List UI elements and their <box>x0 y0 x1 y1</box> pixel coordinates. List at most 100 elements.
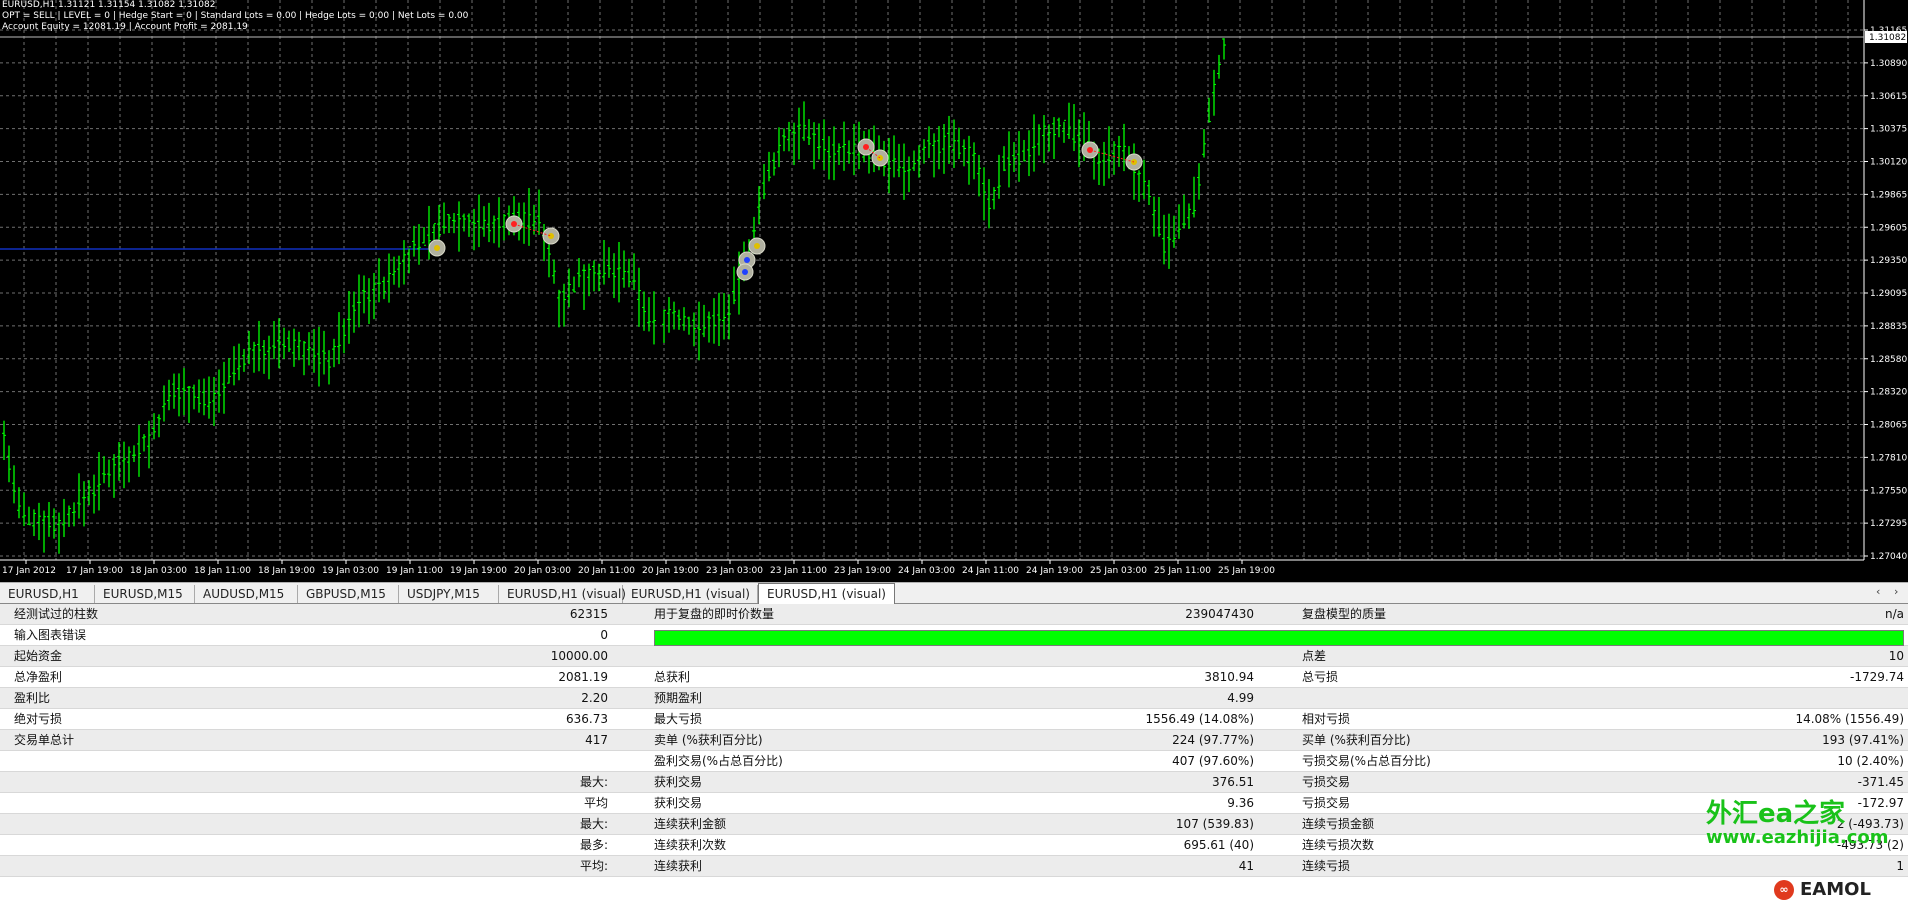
col1-value: 417 <box>585 733 608 747</box>
report-row: 绝对亏损 636.73 最大亏损 1556.49 (14.08%) 相对亏损 14.08%… <box>0 709 1908 730</box>
col3-label: 买单 (%获利百分比) <box>1302 733 1411 747</box>
col1-label <box>14 793 314 813</box>
chart-tabs-bar: EURUSD,H1 EURUSD,M15 AUDUSD,M15 GBPUSD,M… <box>0 582 1908 604</box>
tabs-scroll-right-icon[interactable]: › <box>1894 585 1898 598</box>
report-row: 平均 获利交易 9.36 亏损交易 -172.97 <box>0 793 1908 814</box>
tab-gbpusd-m15[interactable]: GBPUSD,M15 <box>298 585 399 603</box>
col2-value: 407 (97.60%) <box>1172 754 1254 768</box>
account-info: Account Equity = 12081.19 | Account Prof… <box>2 22 248 32</box>
price-label: 1.29350 <box>1870 256 1907 266</box>
chart-canvas[interactable]: 1.311651.308901.306151.303751.301201.298… <box>0 0 1908 582</box>
col1-label: 输入图表错误 <box>14 628 87 642</box>
time-label: 25 Jan 19:00 <box>1218 566 1275 576</box>
col3-value <box>1560 688 1904 708</box>
price-chart[interactable]: 1.311651.308901.306151.303751.301201.298… <box>0 0 1908 582</box>
col3-value: 14.08% (1556.49) <box>1795 712 1904 726</box>
col1-value: 10000.00 <box>550 649 608 663</box>
report-row: 最大: 连续获利金额 107 (539.83) 连续亏损金额 2 (-493.73) <box>0 814 1908 835</box>
trade-marker-dot <box>744 257 750 263</box>
col2-value: 224 (97.77%) <box>1172 733 1254 747</box>
col3-label: 复盘模型的质量 <box>1302 607 1387 621</box>
price-label: 1.29095 <box>1870 289 1907 299</box>
price-label: 1.27040 <box>1870 552 1907 562</box>
col1-value: 平均: <box>579 859 608 873</box>
price-label: 1.27810 <box>1870 453 1907 463</box>
tabs-scroll-left-icon[interactable]: ‹ <box>1876 585 1880 598</box>
col3-value: 10 <box>1888 649 1904 663</box>
tab-audusd-m15[interactable]: AUDUSD,M15 <box>195 585 298 603</box>
report-row: 经测试过的柱数 62315 用于复盘的即时价数量 239047430 复盘模型的质量 n/… <box>0 604 1908 625</box>
trade-marker-dot <box>742 269 748 275</box>
price-label: 1.30890 <box>1870 59 1907 69</box>
price-label: 1.29865 <box>1870 190 1907 200</box>
col3-value: -1729.74 <box>1850 670 1904 684</box>
time-label: 25 Jan 03:00 <box>1090 566 1147 576</box>
col1-value: 62315 <box>569 607 608 621</box>
col3-label: 点差 <box>1302 649 1327 663</box>
time-label: 18 Jan 03:00 <box>130 566 187 576</box>
col1-label: 盈利比 <box>14 691 51 705</box>
watermark-title: 外汇ea之家 <box>1706 799 1846 829</box>
time-label: 24 Jan 03:00 <box>898 566 955 576</box>
col3-label: 相对亏损 <box>1302 712 1351 726</box>
price-label: 1.28835 <box>1870 322 1907 332</box>
trade-marker-dot <box>434 245 440 251</box>
price-label: 1.28065 <box>1870 421 1907 431</box>
time-label: 20 Jan 03:00 <box>514 566 571 576</box>
watermark-logo: EAMOL <box>1800 879 1871 900</box>
col3-label: 亏损交易 <box>1302 796 1351 810</box>
time-label: 23 Jan 03:00 <box>706 566 763 576</box>
report-row: 平均: 连续获利 41 连续亏损 1 <box>0 856 1908 877</box>
col3-value: n/a <box>1884 607 1904 621</box>
col1-value: 最大: <box>579 817 608 831</box>
tab-usdjpy-m15[interactable]: USDJPY,M15 <box>399 585 499 603</box>
col3-label: 连续亏损次数 <box>1302 838 1375 852</box>
time-label: 18 Jan 11:00 <box>194 566 251 576</box>
watermark-url: www.eazhijia.com <box>1706 827 1889 848</box>
col1-label <box>14 835 314 855</box>
tab-eurusd-h1[interactable]: EURUSD,H1 <box>0 585 95 603</box>
col1-value: 2.20 <box>581 691 608 705</box>
tab-eurusd-m15[interactable]: EURUSD,M15 <box>95 585 195 603</box>
col1-label: 起始资金 <box>14 649 63 663</box>
time-label: 17 Jan 19:00 <box>66 566 123 576</box>
col1-label: 绝对亏损 <box>14 712 63 726</box>
col1-label <box>14 814 314 834</box>
col2-value <box>900 646 1254 666</box>
report-row: 盈利比 2.20 预期盈利 4.99 <box>0 688 1908 709</box>
col2-value: 107 (539.83) <box>1175 817 1254 831</box>
col1-label <box>14 751 314 771</box>
col2-value: 3810.94 <box>1204 670 1254 684</box>
price-label: 1.27295 <box>1870 519 1907 529</box>
col2-value: 9.36 <box>1227 796 1254 810</box>
time-label: 19 Jan 03:00 <box>322 566 379 576</box>
chart-symbol-info: EURUSD,H1 1.31121 1.31154 1.31082 1.3108… <box>2 0 216 10</box>
ea-status-info: OPT = SELL | LEVEL = 0 | Hedge Start = 0… <box>2 11 469 21</box>
col1-label <box>14 772 314 792</box>
col3-label <box>1302 688 1602 708</box>
col1-value: 2081.19 <box>558 670 608 684</box>
col1-value: 0 <box>600 628 608 642</box>
col1-value <box>300 751 608 771</box>
col3-value: 10 (2.40%) <box>1837 754 1904 768</box>
col3-label: 总亏损 <box>1302 670 1339 684</box>
tab-eurusd-h1-visual-2[interactable]: EURUSD,H1 (visual) <box>623 585 758 603</box>
col2-value: 239047430 <box>1185 607 1254 621</box>
time-label: 19 Jan 11:00 <box>386 566 443 576</box>
time-label: 24 Jan 19:00 <box>1026 566 1083 576</box>
backtest-report: 经测试过的柱数 62315 用于复盘的即时价数量 239047430 复盘模型的质量 n/… <box>0 604 1908 910</box>
tab-eurusd-h1-visual-active[interactable]: EURUSD,H1 (visual) <box>758 583 895 604</box>
time-label: 23 Jan 11:00 <box>770 566 827 576</box>
col2-value: 695.61 (40) <box>1183 838 1254 852</box>
col3-value: 193 (97.41%) <box>1822 733 1904 747</box>
price-label: 1.28320 <box>1870 388 1907 398</box>
col3-label: 连续亏损 <box>1302 859 1351 873</box>
col1-label: 交易单总计 <box>14 733 75 747</box>
tab-eurusd-h1-visual-1[interactable]: EURUSD,H1 (visual) <box>499 585 626 603</box>
report-row: 交易单总计 417 卖单 (%获利百分比) 224 (97.77%) 买单 (%获利百分… <box>0 730 1908 751</box>
price-label: 1.30375 <box>1870 125 1907 135</box>
time-label: 20 Jan 11:00 <box>578 566 635 576</box>
col2-value: 376.51 <box>1212 775 1254 789</box>
watermark: 外汇ea之家 www.eazhijia.com ∞ EAMOL <box>1706 793 1906 908</box>
eamol-logo-icon: ∞ <box>1774 880 1794 900</box>
